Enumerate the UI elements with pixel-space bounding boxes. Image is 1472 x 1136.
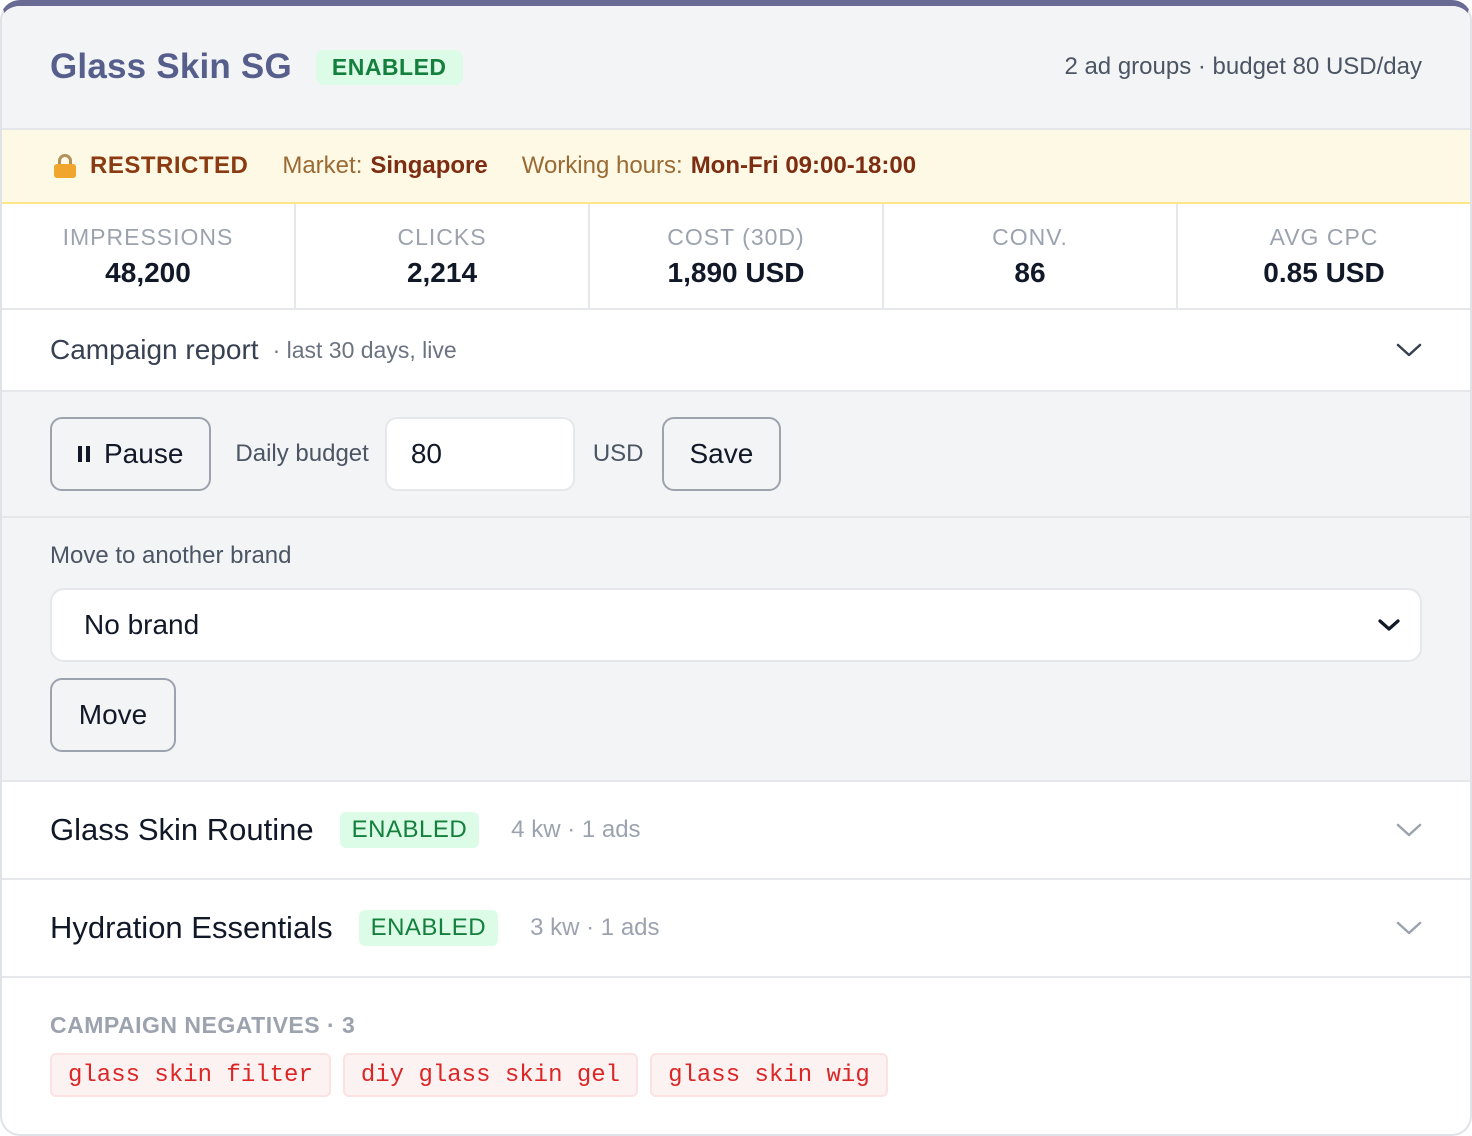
stat-avg-cpc: AVG CPC 0.85 USD <box>1178 204 1470 308</box>
daily-budget-input[interactable] <box>384 417 575 491</box>
pause-button[interactable]: Pause <box>50 417 212 491</box>
stat-value: 48,200 <box>105 256 191 288</box>
ad-group-status-badge: ENABLED <box>339 812 480 848</box>
stat-impressions: IMPRESSIONS 48,200 <box>2 204 296 308</box>
negative-keyword-chip: glass skin wig <box>650 1053 888 1097</box>
working-hours-value: Mon-Fri 09:00-18:00 <box>690 152 917 179</box>
ad-group-meta: 4 kw · 1 ads <box>511 816 641 843</box>
stat-label: CONV. <box>992 223 1068 250</box>
pause-icon <box>78 446 90 462</box>
campaign-header: Glass Skin SG ENABLED 2 ad groups · budg… <box>2 6 1470 130</box>
campaign-report-toggle[interactable]: Campaign report · last 30 days, live <box>2 310 1470 392</box>
stat-label: CLICKS <box>397 223 487 250</box>
ad-group-status-badge: ENABLED <box>358 910 499 946</box>
stat-cost: COST (30D) 1,890 USD <box>590 204 884 308</box>
campaign-meta: 2 ad groups · budget 80 USD/day <box>1064 53 1422 80</box>
chevron-down-icon <box>1376 612 1402 638</box>
negative-keyword-chip: diy glass skin gel <box>342 1053 639 1097</box>
campaign-card: Glass Skin SG ENABLED 2 ad groups · budg… <box>0 0 1472 1136</box>
restriction-label: RESTRICTED <box>90 152 249 179</box>
daily-budget-label: Daily budget <box>235 440 369 467</box>
ad-group-row[interactable]: Glass Skin Routine ENABLED 4 kw · 1 ads <box>2 782 1470 880</box>
ad-group-name: Glass Skin Routine <box>50 812 314 847</box>
move-brand-label: Move to another brand <box>50 542 292 569</box>
stats-row: IMPRESSIONS 48,200 CLICKS 2,214 COST (30… <box>2 204 1470 310</box>
stat-clicks: CLICKS 2,214 <box>296 204 590 308</box>
market-label: Market: <box>282 152 363 179</box>
currency-label: USD <box>592 440 644 467</box>
brand-select-value: No brand <box>84 609 200 640</box>
move-brand-section: Move to another brand No brand Move <box>2 518 1470 782</box>
stat-label: IMPRESSIONS <box>62 223 234 250</box>
stat-conversions: CONV. 86 <box>884 204 1178 308</box>
market-value: Singapore <box>370 152 488 179</box>
ad-group-meta: 3 kw · 1 ads <box>530 914 660 941</box>
save-button[interactable]: Save <box>661 417 782 491</box>
stat-value: 86 <box>1014 256 1046 288</box>
negative-keyword-list: glass skin filter diy glass skin gel gla… <box>50 1053 1422 1097</box>
chevron-down-icon[interactable] <box>1396 817 1422 843</box>
chevron-down-icon[interactable] <box>1396 337 1422 363</box>
report-subtitle: · last 30 days, live <box>272 336 457 363</box>
campaign-title: Glass Skin SG <box>50 47 292 86</box>
ad-group-row[interactable]: Hydration Essentials ENABLED 3 kw · 1 ad… <box>2 880 1470 978</box>
stat-value: 2,214 <box>406 256 478 288</box>
stat-label: AVG CPC <box>1269 223 1379 250</box>
lock-icon <box>54 154 76 178</box>
report-title: Campaign report <box>50 334 259 365</box>
stat-label: COST (30D) <box>667 223 805 250</box>
negatives-label: CAMPAIGN NEGATIVES · 3 <box>50 1012 356 1038</box>
negative-keyword-chip: glass skin filter <box>50 1053 331 1097</box>
brand-select[interactable]: No brand <box>50 588 1422 662</box>
campaign-status-badge: ENABLED <box>315 49 463 85</box>
campaign-controls: Pause Daily budget USD Save <box>2 392 1470 518</box>
stat-value: 0.85 USD <box>1263 256 1385 288</box>
ad-group-name: Hydration Essentials <box>50 910 333 945</box>
stat-value: 1,890 USD <box>667 256 805 288</box>
restriction-bar: RESTRICTED Market: Singapore Working hou… <box>2 130 1470 204</box>
working-hours-label: Working hours: <box>521 152 683 179</box>
pause-label: Pause <box>104 438 184 469</box>
move-button[interactable]: Move <box>50 678 176 752</box>
chevron-down-icon[interactable] <box>1396 915 1422 941</box>
campaign-negatives: CAMPAIGN NEGATIVES · 3 glass skin filter… <box>2 978 1470 1097</box>
